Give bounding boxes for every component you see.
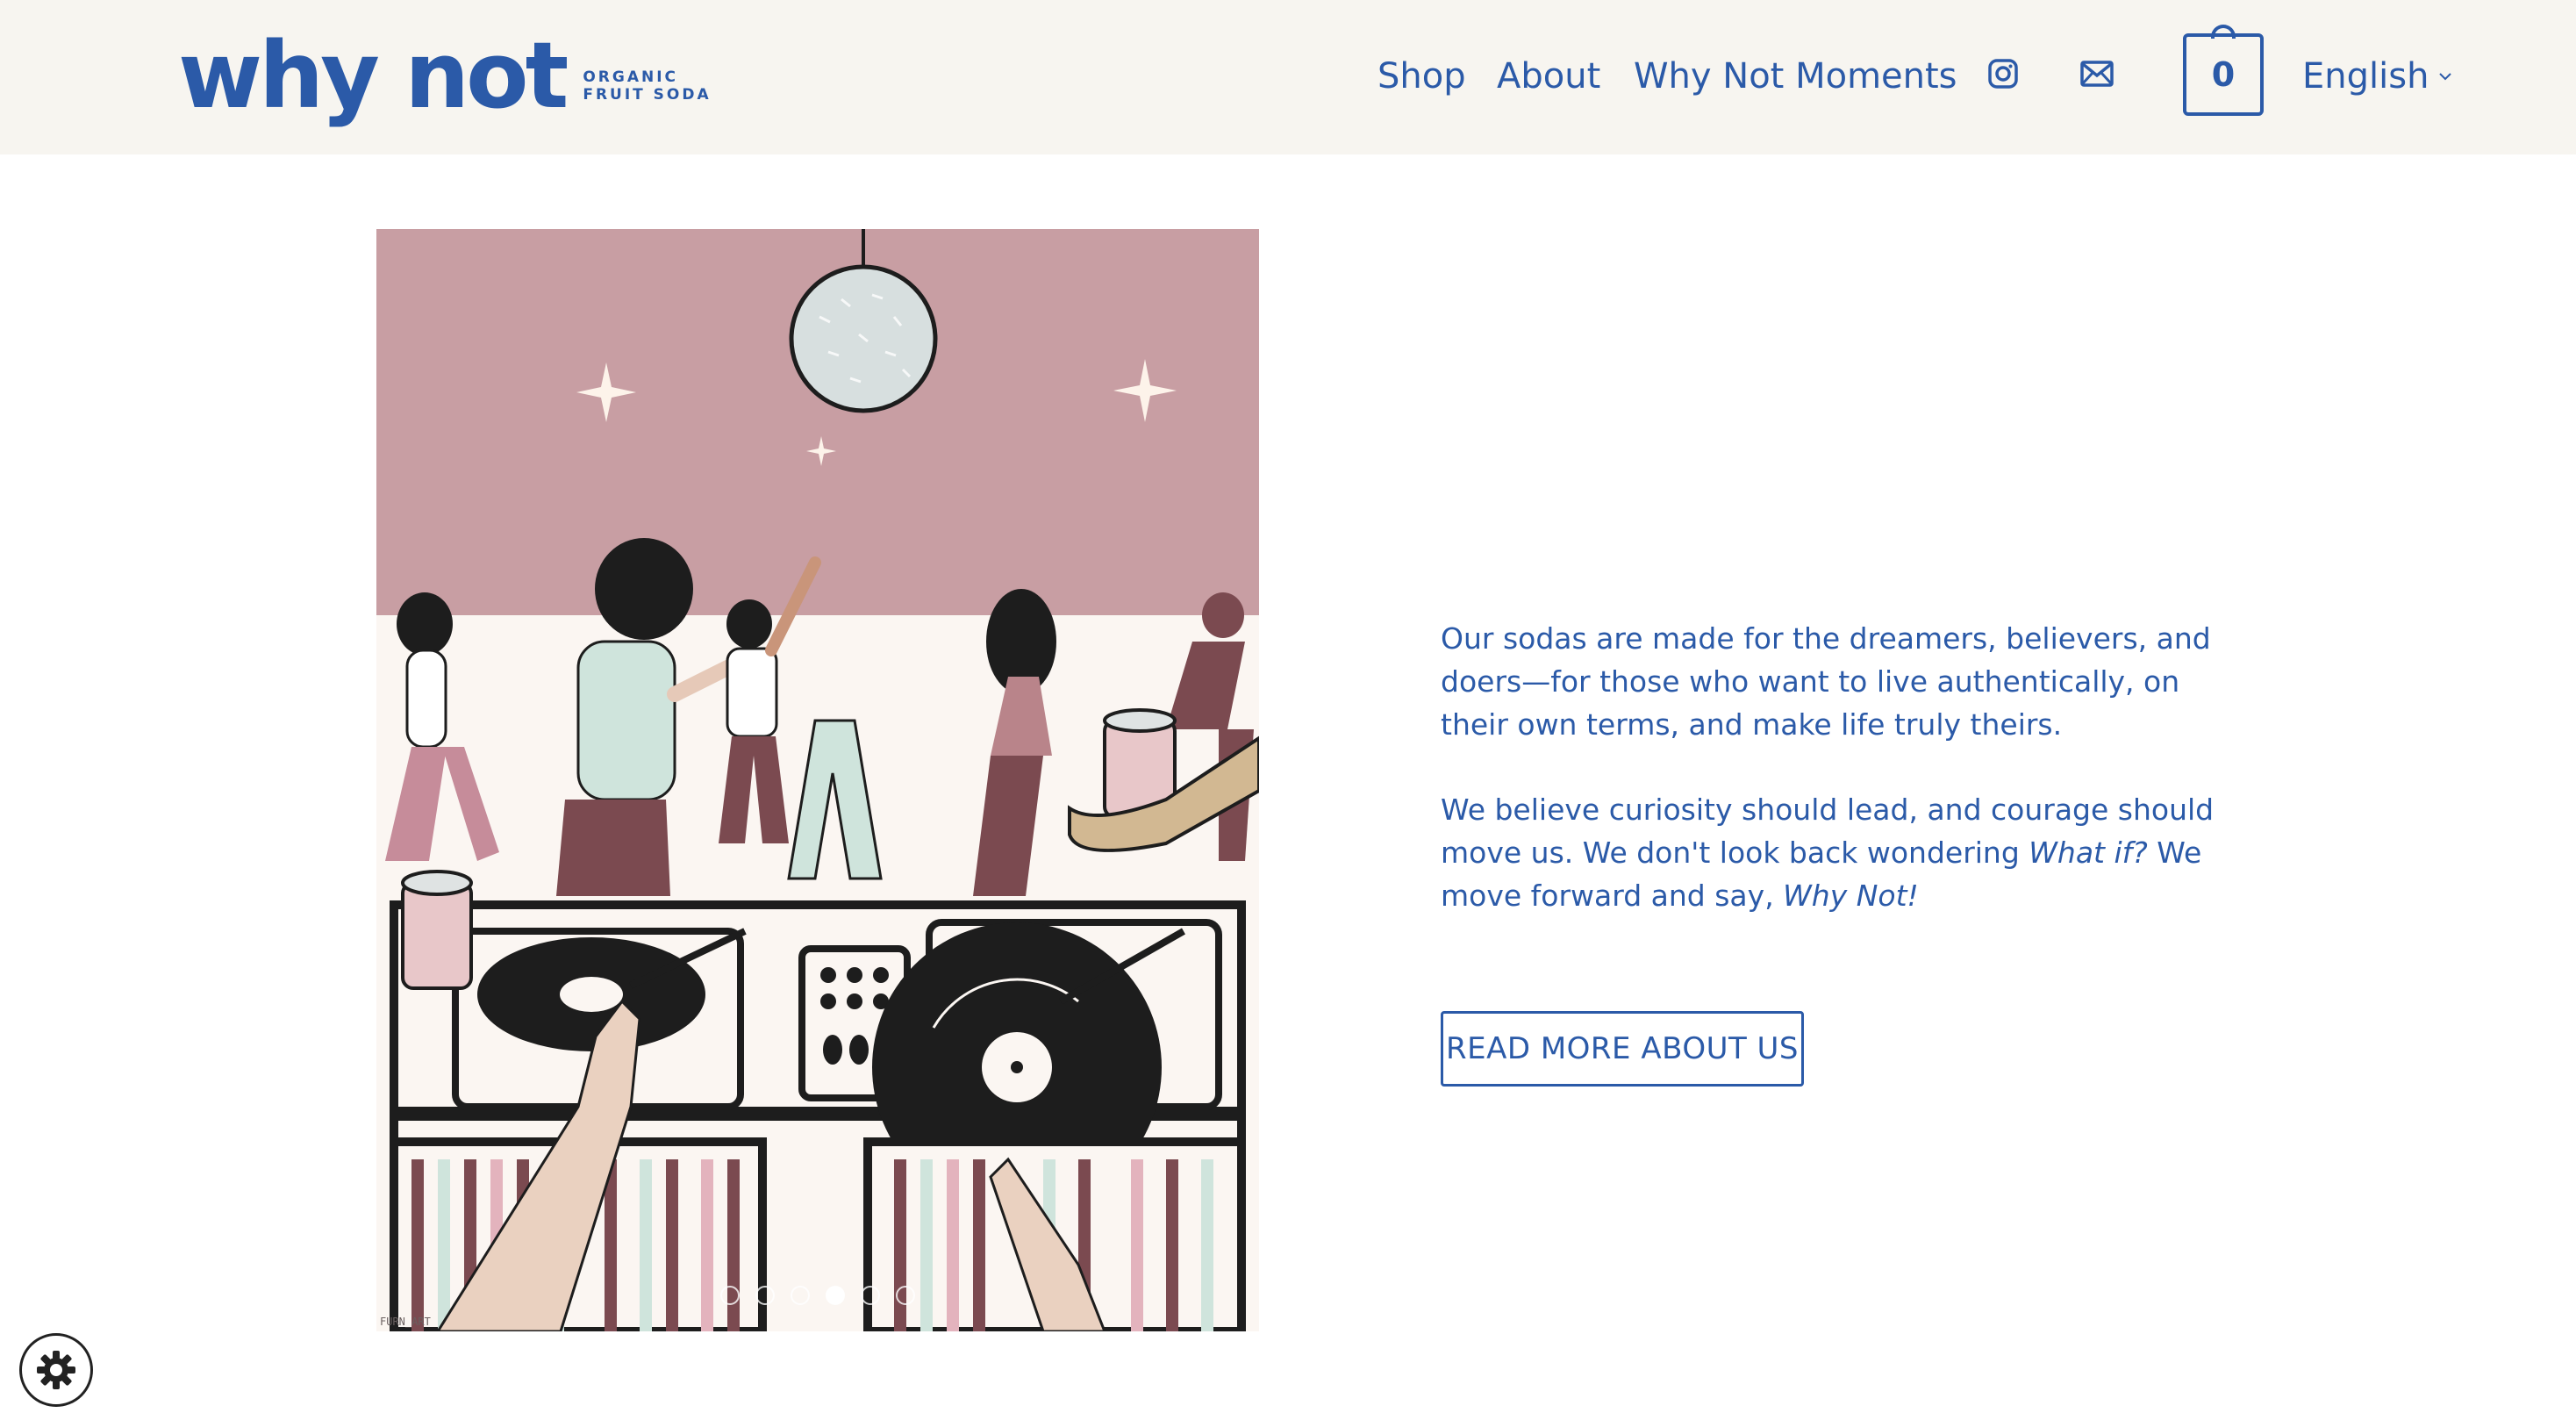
carousel-dot[interactable] — [755, 1286, 775, 1305]
language-label: English — [2302, 56, 2429, 97]
cookie-settings-button[interactable] — [19, 1333, 93, 1407]
nav-item-about: About — [1497, 49, 1600, 104]
language-selector[interactable]: English — [2302, 49, 2455, 104]
about-paragraph-1: Our sodas are made for the dreamers, bel… — [1441, 621, 2211, 742]
cart-count: 0 — [2211, 55, 2236, 94]
chevron-down-icon — [2439, 73, 2452, 81]
instagram-icon[interactable] — [1984, 54, 2022, 93]
site-header: why not ORGANIC FRUIT SODA Shop About Wh… — [0, 0, 2576, 154]
carousel-dot-active[interactable] — [826, 1286, 845, 1305]
mail-icon[interactable] — [2078, 54, 2116, 93]
illustration-credit: FURN_ART — [380, 1316, 431, 1328]
carousel-dot[interactable] — [720, 1286, 740, 1305]
gear-icon — [37, 1351, 75, 1389]
read-more-about-us-button[interactable]: READ MORE ABOUT US — [1441, 1011, 1804, 1087]
nav-link-about[interactable]: About — [1497, 56, 1600, 97]
logo-tagline-line2: FRUIT SODA — [583, 86, 712, 104]
carousel-dot[interactable] — [896, 1286, 915, 1305]
dj-party-illustration — [376, 229, 1259, 1331]
nav-item-shop: Shop — [1377, 49, 1466, 104]
hero-illustration-carousel[interactable]: FURN_ART — [376, 229, 1259, 1331]
logo-tagline: ORGANIC FRUIT SODA — [583, 68, 711, 104]
about-copy: Our sodas are made for the dreamers, bel… — [1441, 617, 2248, 959]
nav-link-shop[interactable]: Shop — [1377, 56, 1466, 97]
carousel-dots — [376, 1286, 1259, 1305]
about-paragraph-2-emphasis-b: Why Not! — [1783, 879, 1919, 913]
brand-logo[interactable]: why not ORGANIC FRUIT SODA — [178, 30, 712, 121]
logo-tagline-line1: ORGANIC — [583, 68, 679, 86]
carousel-dot[interactable] — [861, 1286, 880, 1305]
nav-link-why-not-moments[interactable]: Why Not Moments — [1634, 56, 1957, 97]
about-paragraph-2-emphasis-a: What if? — [2029, 836, 2148, 870]
nav-item-moments: Why Not Moments — [1634, 49, 1957, 104]
about-paragraph-2: We believe curiosity should lead, and co… — [1441, 788, 2248, 917]
carousel-dot[interactable] — [791, 1286, 810, 1305]
cart-bag-handle — [2211, 25, 2236, 39]
logo-wordmark: why not — [178, 22, 569, 129]
cart-button[interactable]: 0 — [2183, 25, 2264, 116]
